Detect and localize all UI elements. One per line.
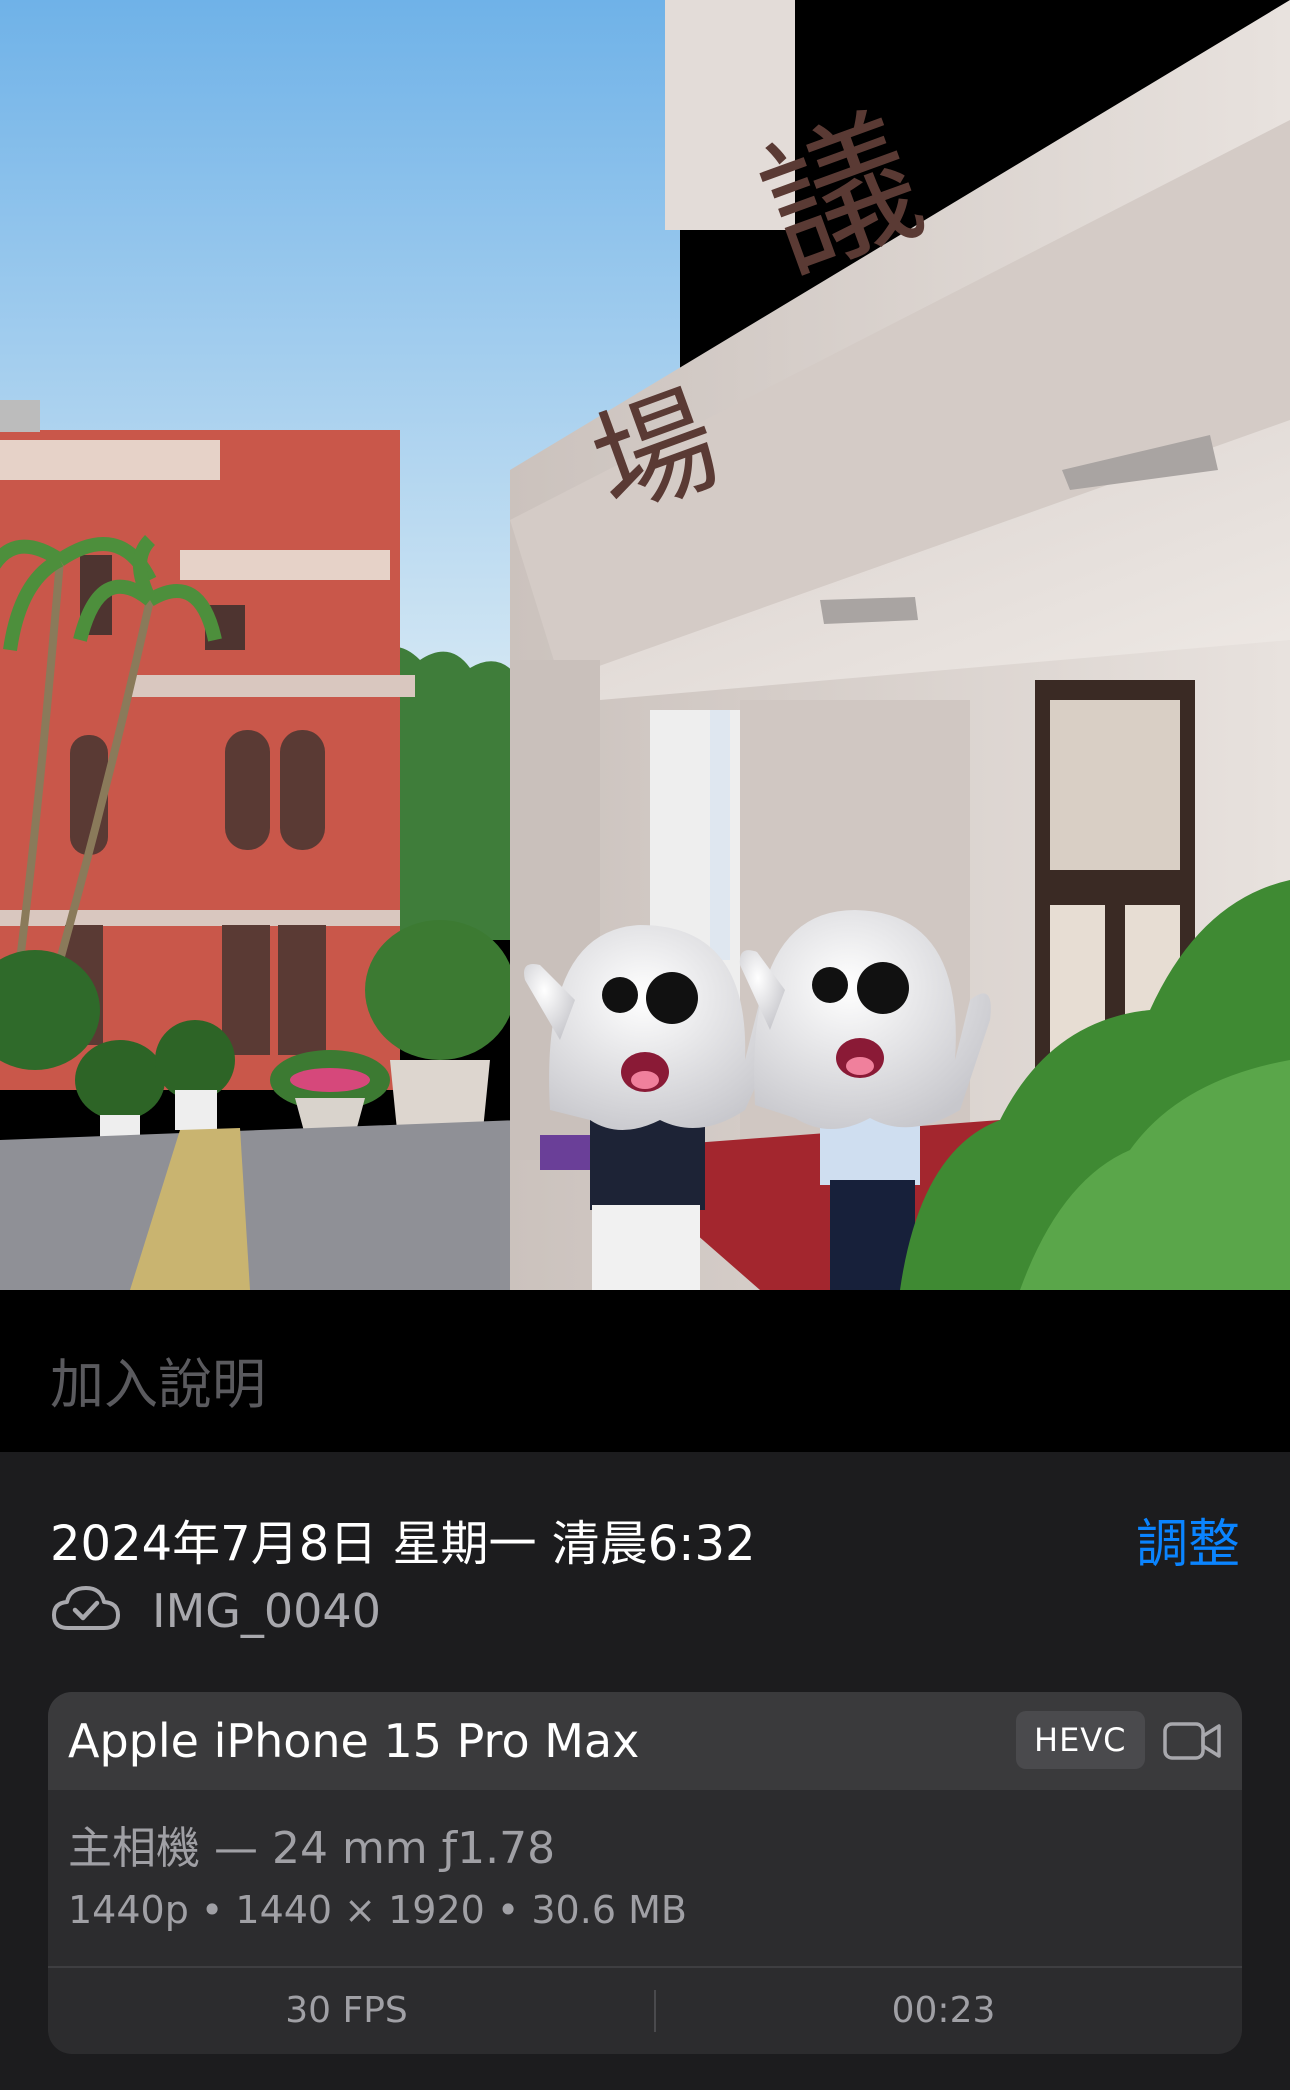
video-camera-icon — [1163, 1722, 1221, 1760]
date-time-label: 2024年7月8日 星期一 清晨6:32 — [50, 1516, 756, 1572]
device-name: Apple iPhone 15 Pro Max — [68, 1714, 640, 1768]
photo-viewer[interactable]: 議 場 — [0, 0, 1290, 1290]
card-header: Apple iPhone 15 Pro Max HEVC — [48, 1692, 1242, 1790]
lens-info: 主相機 — 24 mm ƒ1.78 — [68, 1823, 556, 1874]
file-name: IMG_0040 — [152, 1584, 381, 1638]
photo-image: 議 場 — [0, 0, 1290, 1290]
video-specs: 1440p • 1440 × 1920 • 30.6 MB — [68, 1888, 687, 1932]
add-caption-field[interactable]: 加入說明 — [50, 1340, 266, 1419]
icloud-check-icon — [52, 1586, 120, 1630]
frame-rate: 30 FPS — [285, 1990, 408, 2031]
codec-badge: HEVC — [1016, 1711, 1145, 1769]
video-duration: 00:23 — [891, 1990, 996, 2031]
camera-info-card: Apple iPhone 15 Pro Max HEVC 主相機 — 24 mm… — [48, 1692, 1242, 2054]
adjust-date-button[interactable]: 調整 — [1136, 1502, 1240, 1577]
